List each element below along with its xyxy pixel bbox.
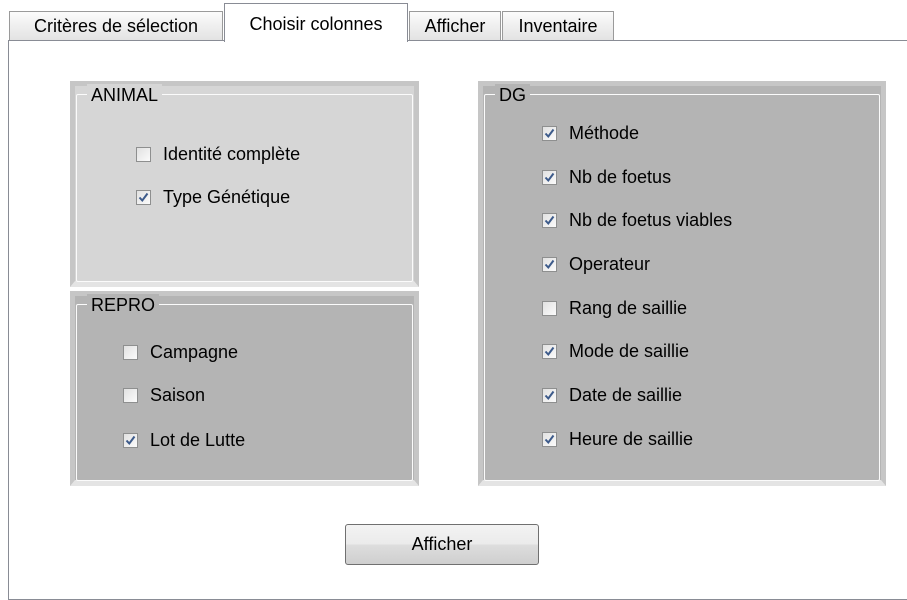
checkbox-box[interactable] [542, 432, 557, 447]
tab-label: Choisir colonnes [249, 14, 383, 34]
checkbox-label: Nb de foetus viables [569, 210, 733, 230]
checkbox-box[interactable] [542, 388, 557, 403]
tab-criteres-selection[interactable]: Critères de sélection [9, 11, 223, 40]
checkbox-type-genetique[interactable]: Type Génétique [136, 187, 290, 208]
checkbox-box[interactable] [542, 126, 557, 141]
checkbox-label: Nb de foetus [569, 167, 672, 187]
checkbox-label: Date de saillie [569, 385, 683, 405]
check-icon [544, 346, 555, 357]
checkbox-box[interactable] [542, 257, 557, 272]
checkbox-date-de-saillie[interactable]: Date de saillie [542, 385, 682, 406]
group-frame [484, 94, 880, 481]
tab-afficher[interactable]: Afficher [409, 11, 501, 40]
check-icon [125, 435, 136, 446]
check-icon [544, 215, 555, 226]
checkbox-label: Méthode [569, 123, 640, 143]
checkbox-label: Saison [150, 385, 206, 405]
check-icon [544, 434, 555, 445]
group-title-repro: REPRO [87, 294, 160, 316]
tab-inventaire[interactable]: Inventaire [502, 11, 614, 40]
group-repro: REPRO Campagne Saison Lot de Lutte [70, 291, 419, 486]
group-title-dg: DG [495, 84, 530, 106]
checkbox-box[interactable] [542, 170, 557, 185]
checkbox-box[interactable] [123, 388, 138, 403]
checkbox-saison[interactable]: Saison [123, 385, 205, 406]
checkbox-box[interactable] [542, 301, 557, 316]
tab-label: Inventaire [518, 15, 598, 36]
checkbox-label: Campagne [150, 342, 239, 362]
group-animal: ANIMAL Identité complète Type Génétique [70, 81, 419, 287]
checkbox-heure-de-saillie[interactable]: Heure de saillie [542, 429, 693, 450]
checkbox-nb-de-foetus[interactable]: Nb de foetus [542, 167, 671, 188]
tab-label: Afficher [424, 15, 486, 36]
checkbox-box[interactable] [136, 190, 151, 205]
check-icon [544, 259, 555, 270]
checkbox-label: Rang de saillie [569, 298, 688, 318]
group-title-animal: ANIMAL [87, 84, 163, 106]
checkbox-box[interactable] [542, 213, 557, 228]
afficher-button[interactable]: Afficher [345, 524, 539, 565]
checkbox-rang-de-saillie[interactable]: Rang de saillie [542, 298, 687, 319]
checkbox-label: Type Génétique [163, 187, 291, 207]
checkbox-operateur[interactable]: Operateur [542, 254, 650, 275]
checkbox-label: Mode de saillie [569, 341, 690, 361]
group-dg: DG Méthode Nb de foetus Nb de foetus via… [478, 81, 886, 486]
checkbox-box[interactable] [542, 344, 557, 359]
tab-strip: Critères de sélection Choisir colonnes A… [0, 0, 907, 42]
checkbox-lot-de-lutte[interactable]: Lot de Lutte [123, 430, 245, 451]
checkbox-mode-de-saillie[interactable]: Mode de saillie [542, 341, 689, 362]
check-icon [544, 128, 555, 139]
check-icon [138, 192, 149, 203]
checkbox-box[interactable] [123, 433, 138, 448]
checkbox-campagne[interactable]: Campagne [123, 342, 238, 363]
checkbox-identite-complete[interactable]: Identité complète [136, 144, 300, 165]
checkbox-label: Identité complète [163, 144, 301, 164]
checkbox-box[interactable] [136, 147, 151, 162]
checkbox-methode[interactable]: Méthode [542, 123, 639, 144]
checkbox-label: Heure de saillie [569, 429, 694, 449]
checkbox-label: Lot de Lutte [150, 430, 246, 450]
button-label: Afficher [411, 534, 473, 554]
tab-label: Critères de sélection [33, 15, 199, 36]
check-icon [544, 172, 555, 183]
check-icon [544, 390, 555, 401]
checkbox-label: Operateur [569, 254, 651, 274]
checkbox-box[interactable] [123, 345, 138, 360]
tab-choisir-colonnes[interactable]: Choisir colonnes [224, 3, 408, 42]
checkbox-nb-de-foetus-viables[interactable]: Nb de foetus viables [542, 210, 732, 231]
